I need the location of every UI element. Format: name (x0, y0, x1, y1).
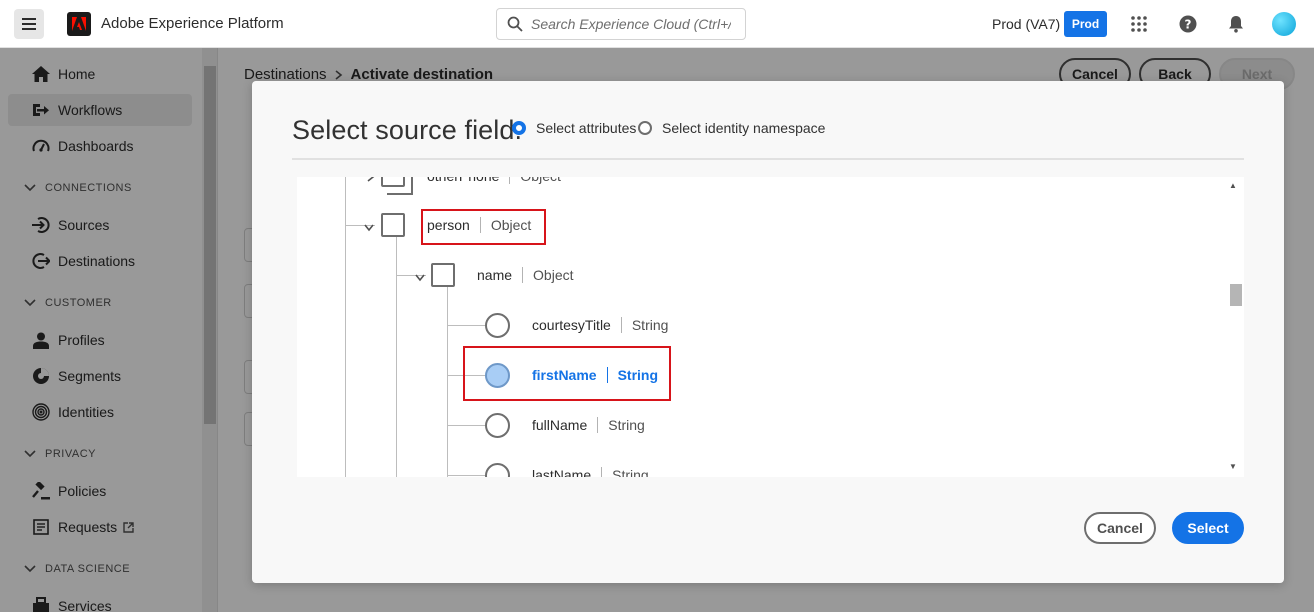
tree-node-lastname[interactable]: lastName String (532, 465, 649, 477)
node-checkbox[interactable] (381, 213, 405, 237)
radio-button[interactable] (638, 121, 652, 135)
node-checkbox[interactable] (431, 263, 455, 287)
node-type: String (612, 467, 649, 477)
radio-select-identity-namespace[interactable]: Select identity namespace (638, 120, 825, 136)
node-checkbox[interactable] (381, 177, 413, 195)
scroll-down-icon[interactable]: ▼ (1229, 462, 1237, 471)
node-name: name (477, 267, 513, 283)
node-type: Object (533, 267, 574, 283)
search-input[interactable] (531, 16, 731, 32)
node-radio[interactable] (485, 313, 510, 338)
chevron-down-icon[interactable] (364, 221, 374, 232)
search-box[interactable] (496, 8, 746, 40)
radio-button-selected[interactable] (512, 121, 526, 135)
tree-scrollbar[interactable]: ▲ ▼ (1222, 177, 1244, 477)
tree-line (447, 425, 485, 426)
sandbox-badge[interactable]: Prod (1064, 11, 1107, 37)
menu-button[interactable] (14, 9, 44, 39)
radio-label: Select identity namespace (662, 120, 826, 136)
tree-node-name[interactable]: name Object (477, 265, 574, 285)
app-title[interactable]: Adobe Experience Platform (101, 15, 284, 32)
tree-line (345, 177, 346, 477)
bell-icon[interactable] (1226, 14, 1246, 34)
select-source-field-dialog: Select source field. Select attributes S… (252, 81, 1284, 583)
tree-node-courtesytitle[interactable]: courtesyTitle String (532, 315, 668, 335)
tree-line (447, 325, 485, 326)
scroll-up-icon[interactable]: ▲ (1229, 181, 1237, 190)
svg-text:?: ? (1185, 18, 1192, 32)
dialog-title: Select source field. (292, 115, 523, 145)
tree-node-otherphone[interactable]: otherPhone Object (427, 177, 561, 186)
node-type: Object (520, 177, 560, 184)
sandbox-name[interactable]: Prod (VA7) (992, 16, 1060, 32)
node-radio[interactable] (485, 463, 510, 477)
dialog-cancel-button[interactable]: Cancel (1084, 512, 1156, 544)
apps-grid-icon[interactable] (1129, 14, 1149, 34)
menu-icon (22, 18, 36, 30)
node-type: String (608, 417, 645, 433)
tree-scrollbar-thumb[interactable] (1230, 284, 1242, 306)
radio-label: Select attributes (536, 120, 637, 136)
node-radio[interactable] (485, 413, 510, 438)
tree-node-fullname[interactable]: fullName String (532, 415, 645, 435)
node-name: otherPhone (427, 177, 499, 184)
tree-line (447, 475, 485, 476)
schema-tree: otherPhoneObject personObject nameObject… (297, 177, 1244, 477)
highlight-box (463, 346, 671, 401)
chevron-down-icon[interactable] (415, 271, 425, 282)
node-name: fullName (532, 417, 588, 433)
radio-select-attributes[interactable]: Select attributes (512, 120, 636, 136)
expand-icon[interactable] (367, 177, 377, 182)
top-bar: Adobe Experience Platform Prod (VA7) Pro… (0, 0, 1314, 48)
dialog-select-button[interactable]: Select (1172, 512, 1244, 544)
avatar[interactable] (1272, 12, 1296, 36)
tree-line (447, 287, 448, 477)
help-icon[interactable]: ? (1178, 14, 1198, 34)
node-type: String (631, 317, 669, 333)
search-icon (507, 16, 523, 32)
node-name: lastName (532, 467, 592, 477)
adobe-logo-icon[interactable] (67, 12, 91, 36)
node-name: courtesyTitle (532, 317, 611, 333)
tree-line (396, 237, 397, 477)
divider (292, 158, 1244, 160)
highlight-box (421, 209, 546, 245)
